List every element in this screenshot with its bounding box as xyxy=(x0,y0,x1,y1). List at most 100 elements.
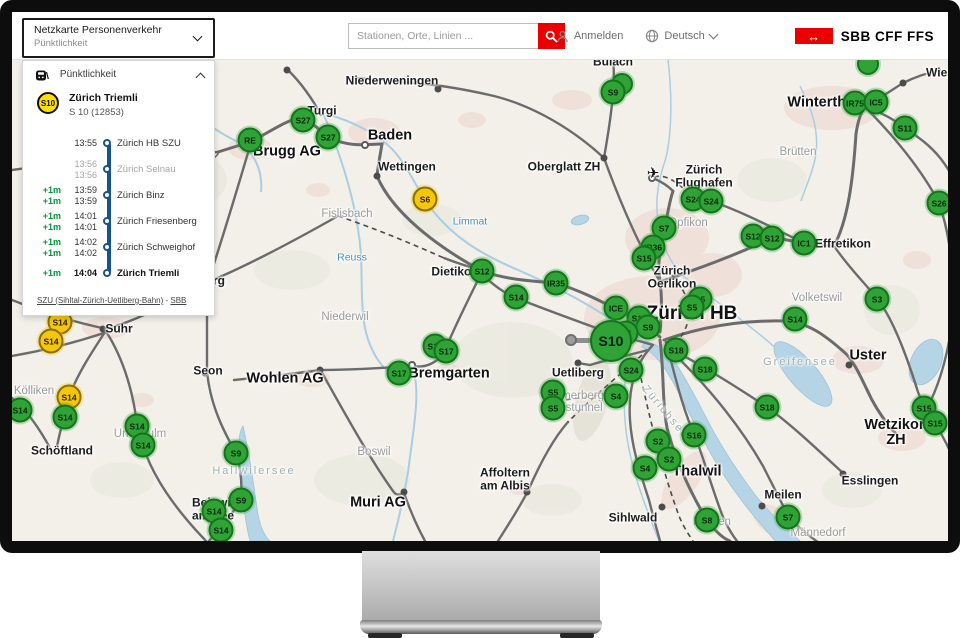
train-number: S 10 (12853) xyxy=(69,107,138,118)
train-badge-s2[interactable]: S2 xyxy=(657,447,682,472)
train-badge-s5[interactable]: S5 xyxy=(680,295,705,320)
stop-name: Zürich Friesenberg xyxy=(117,216,208,227)
station-dot xyxy=(759,503,766,510)
stop-node xyxy=(103,217,111,225)
map-label: Uster xyxy=(849,348,886,363)
station-dot xyxy=(284,67,291,74)
map-label: Schöftland xyxy=(31,445,93,458)
train-badge-s14[interactable]: S14 xyxy=(39,329,64,354)
map-label: Effretikon xyxy=(815,238,871,251)
train-badge-s7[interactable]: S7 xyxy=(776,505,801,530)
app-window: BülachNiederweningenTurgiBrugg AGBadenWe… xyxy=(12,12,948,541)
line-badge-s10: S10 xyxy=(37,92,59,114)
map-label: Greifensee xyxy=(763,357,837,369)
train-badge-s5[interactable]: S5 xyxy=(541,396,566,421)
map-label: Seon xyxy=(193,365,222,378)
map-label: Suhr xyxy=(105,323,132,336)
train-badge-s14[interactable]: S14 xyxy=(209,518,234,542)
chevron-down-icon xyxy=(193,32,203,42)
train-badge-s14[interactable]: S14 xyxy=(504,285,529,310)
stop-name: Zürich Schweighof xyxy=(117,242,208,253)
map-label: Limmat xyxy=(453,216,487,227)
station-dot xyxy=(900,80,907,87)
sbb-arrow-icon: ↔ xyxy=(795,28,833,44)
train-badge-s18[interactable]: S18 xyxy=(693,357,718,382)
route-line xyxy=(107,143,111,273)
train-badge-s10[interactable]: S10 xyxy=(590,320,632,362)
map-label: Thalwil xyxy=(672,464,721,479)
train-badge-s17[interactable]: S17 xyxy=(434,339,459,364)
train-badge-s15[interactable]: S15 xyxy=(923,411,948,436)
train-badge-s3[interactable]: S3 xyxy=(865,287,890,312)
airplane-icon: ✈ xyxy=(647,166,660,182)
train-badge-s14[interactable]: S14 xyxy=(783,307,808,332)
stop-name: Zürich Triemli xyxy=(117,268,208,279)
panel-header[interactable]: Pünktlichkeit xyxy=(23,61,214,88)
sbb-link[interactable]: SBB xyxy=(170,296,186,305)
map-label: Affoltern am Albis xyxy=(480,466,530,491)
train-badge-ir35[interactable]: IR35 xyxy=(544,271,569,296)
map-label: Muri AG xyxy=(350,495,406,510)
map-label: Brugg AG xyxy=(253,144,321,159)
user-icon xyxy=(556,30,569,43)
train-badge-s27[interactable]: S27 xyxy=(316,125,341,150)
train-badge-s6[interactable]: S6 xyxy=(413,187,438,212)
station-dot xyxy=(659,504,666,511)
train-badge-s18[interactable]: S18 xyxy=(664,338,689,363)
login-label: Anmelden xyxy=(574,30,624,42)
train-badge-ic1[interactable]: IC1 xyxy=(792,231,817,256)
punctuality-panel: Pünktlichkeit S10 Zürich Triemli S 10 (1… xyxy=(22,60,215,316)
stop-row: +1m+1m14:0214:02Zürich Schweighof xyxy=(33,234,208,260)
sbb-logo[interactable]: ↔ SBB CFF FFS xyxy=(795,28,934,44)
train-icon xyxy=(35,70,49,81)
stop-row: 13:55Zürich HB SZU xyxy=(33,130,208,156)
train-badge-s12[interactable]: S12 xyxy=(470,259,495,284)
language-selector[interactable]: Deutsch xyxy=(645,29,716,43)
train-badge-s9[interactable]: S9 xyxy=(224,441,249,466)
train-badge-s24[interactable]: S24 xyxy=(699,189,724,214)
train-badge-s9[interactable]: S9 xyxy=(601,80,626,105)
map-label: Kölliken xyxy=(14,385,54,397)
stop-node xyxy=(103,243,111,251)
desktop-background: BülachNiederweningenTurgiBrugg AGBadenWe… xyxy=(0,0,960,638)
map-label: Bülach xyxy=(593,60,633,68)
language-label: Deutsch xyxy=(664,30,704,42)
train-badge-s4[interactable]: S4 xyxy=(604,384,629,409)
selected-train-pin-knob xyxy=(565,334,577,346)
map-label: Niederwil xyxy=(321,311,368,323)
train-badge-ic5[interactable]: IC5 xyxy=(864,90,889,115)
train-badge-s14[interactable]: S14 xyxy=(131,433,156,458)
stop-name: Zürich Selnau xyxy=(117,164,208,175)
train-badge-s12[interactable]: S12 xyxy=(760,226,785,251)
map-label: Volketswil xyxy=(792,292,843,304)
operator-link[interactable]: SZU (Sihltal-Zürich-Uetliberg-Bahn) xyxy=(37,296,163,305)
train-badge-s11[interactable]: S11 xyxy=(893,116,918,141)
stop-row: +1m+1m14:0114:01Zürich Friesenberg xyxy=(33,208,208,234)
map-label: Esslingen xyxy=(842,475,899,488)
map-label: Wetzikon ZH xyxy=(864,418,927,448)
train-badge-s8[interactable]: S8 xyxy=(695,508,720,533)
stop-node xyxy=(103,165,111,173)
login-button[interactable]: Anmelden xyxy=(556,30,624,43)
train-badge-s15[interactable]: S15 xyxy=(632,246,657,271)
train-badge-ice[interactable]: ICE xyxy=(604,296,629,321)
train-badge-s18[interactable]: S18 xyxy=(755,395,780,420)
map-label: Niederweningen xyxy=(346,75,439,88)
train-badge-s9[interactable]: S9 xyxy=(229,488,254,513)
train-badge-s27[interactable]: S27 xyxy=(291,108,316,133)
train-badge-re[interactable]: RE xyxy=(238,128,263,153)
layer-dropdown[interactable]: Netzkarte Personenverkehr Pünktlichkeit xyxy=(22,18,215,58)
map-label: Wettingen xyxy=(378,161,436,174)
station-dot xyxy=(601,155,608,162)
train-badge-s9[interactable]: S9 xyxy=(636,315,661,340)
search-input[interactable] xyxy=(348,23,538,49)
train-badge-s14[interactable]: S14 xyxy=(53,405,78,430)
train-badge-s26[interactable]: S26 xyxy=(927,191,949,216)
stop-node xyxy=(103,191,111,199)
train-badge-s4[interactable]: S4 xyxy=(633,456,658,481)
map-label: Hallwilersee xyxy=(212,466,295,478)
layer-dropdown-title: Netzkarte Personenverkehr xyxy=(34,24,187,36)
train-badge-s16[interactable]: S16 xyxy=(682,423,707,448)
train-badge-s24[interactable]: S24 xyxy=(619,358,644,383)
train-badge-s17[interactable]: S17 xyxy=(387,361,412,386)
